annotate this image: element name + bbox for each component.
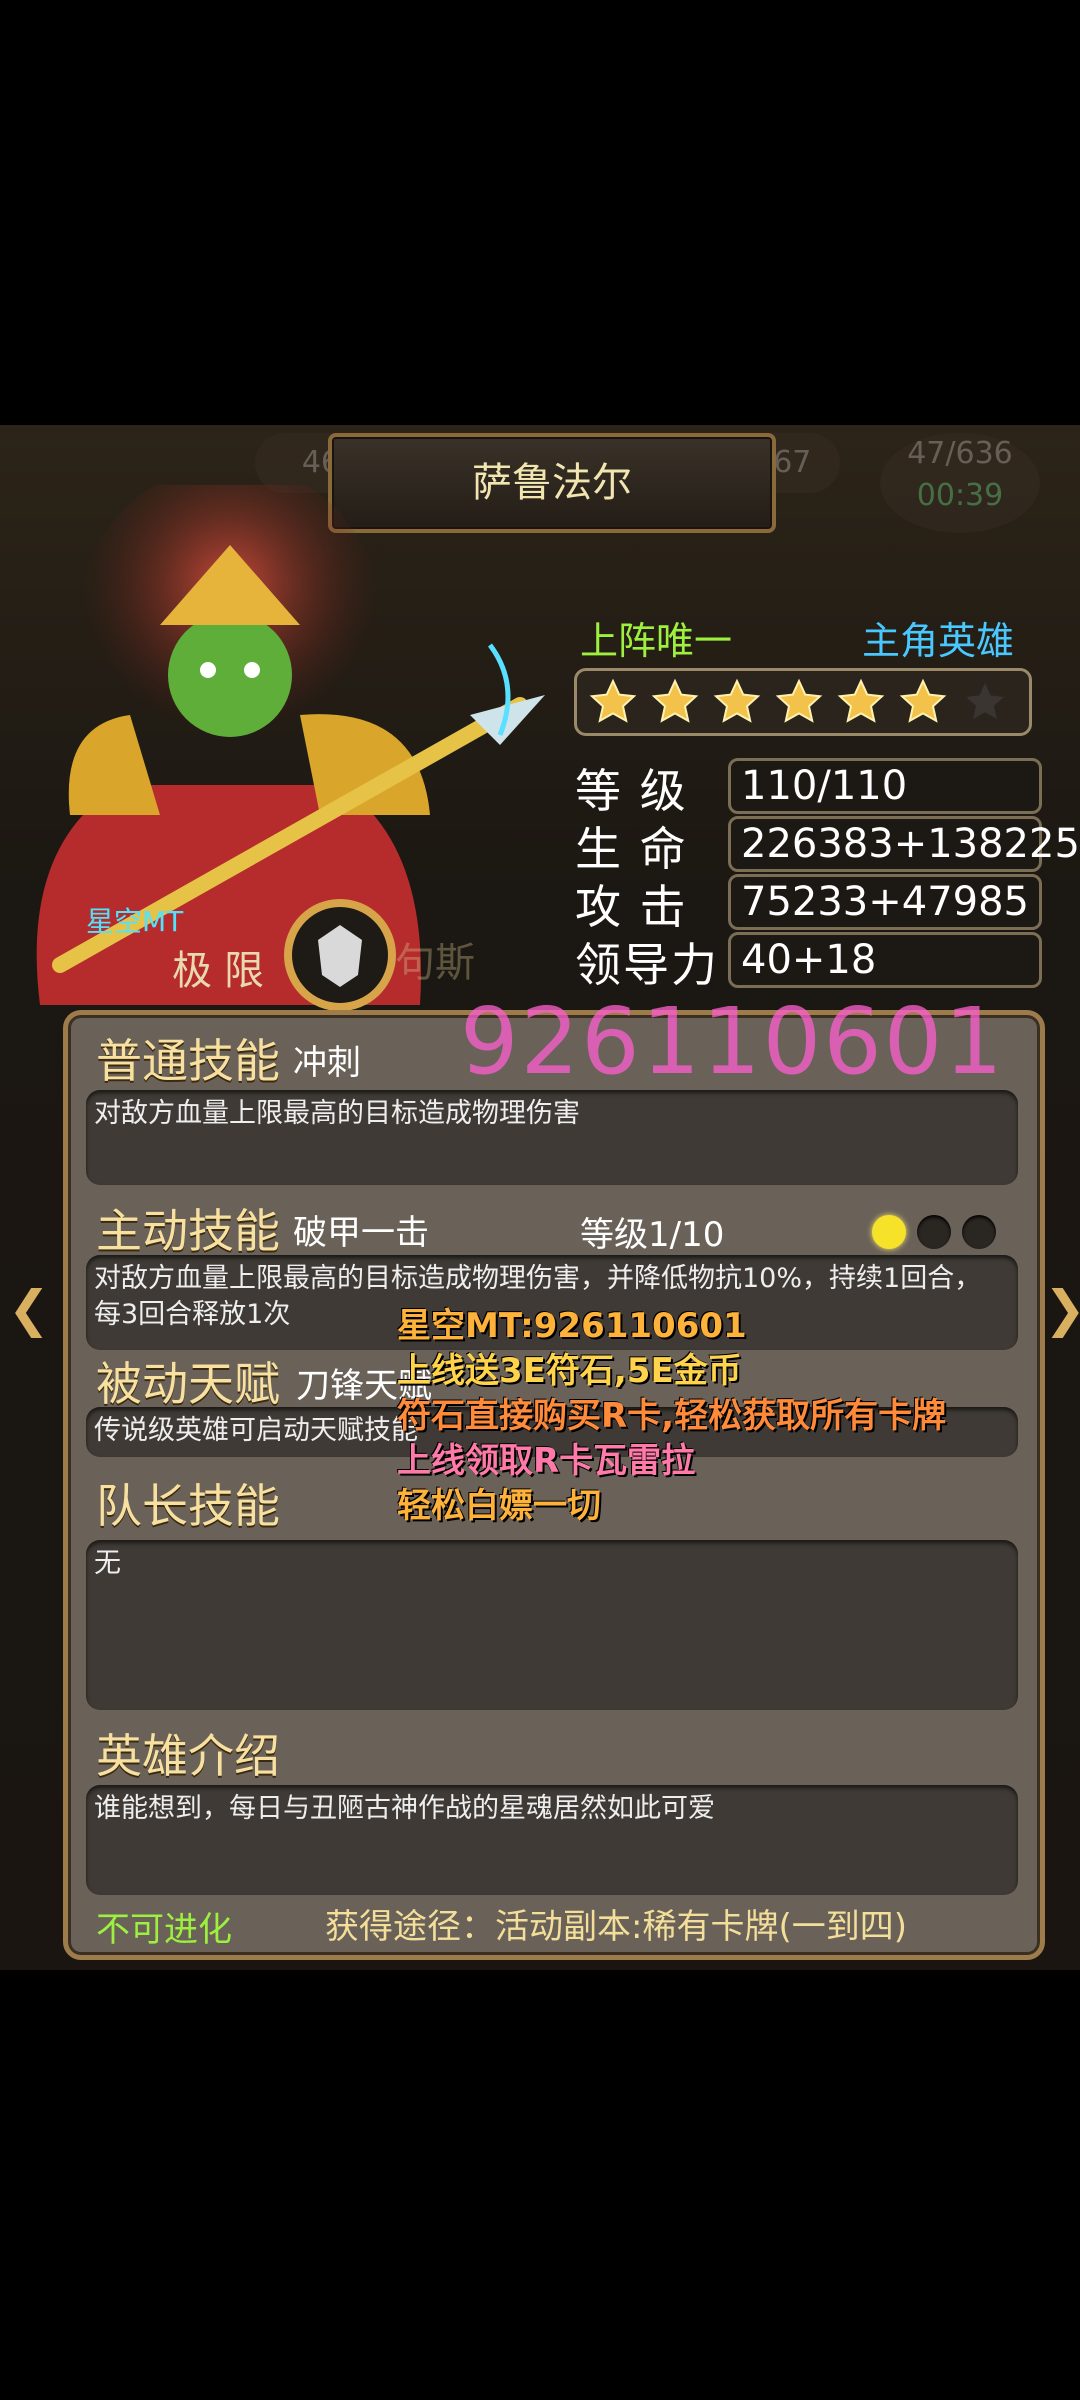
normal-skill-title: 普通技能 xyxy=(96,1034,280,1088)
next-hero-arrow[interactable]: ❯ xyxy=(1044,1280,1080,1338)
hero-rank-badge: 极限 xyxy=(172,948,276,994)
stat-label-leadership: 领导力 xyxy=(575,938,719,992)
active-skill-name: 破甲一击 xyxy=(293,1213,429,1253)
hero-face xyxy=(168,613,292,737)
watermark-number: 926110601 xyxy=(460,988,1005,1095)
stat-box-leadership: 40+18 xyxy=(728,932,1042,988)
star-filled-icon xyxy=(775,678,823,723)
stat-box-level: 110/110 xyxy=(728,758,1042,814)
star-filled-icon xyxy=(651,678,699,723)
level-dot-empty xyxy=(962,1215,996,1249)
leader-skill-title: 队长技能 xyxy=(96,1479,280,1533)
active-skill-level: 等级1/10 xyxy=(580,1215,725,1255)
hero-intro-desc-box: 谁能想到，每日与丑陋古神作战的星魂居然如此可爱 xyxy=(86,1785,1018,1895)
stat-label-hp: 生 命 xyxy=(575,822,688,876)
normal-skill-name: 冲刺 xyxy=(293,1043,361,1083)
active-skill-title: 主动技能 xyxy=(96,1204,280,1258)
normal-skill-desc: 对敌方血量上限最高的目标造成物理伤害 xyxy=(94,1098,580,1129)
star-filled-icon xyxy=(837,678,885,723)
passive-skill-title: 被动天赋 xyxy=(96,1357,280,1411)
tag-unique: 上阵唯一 xyxy=(580,619,733,663)
level-dot-empty xyxy=(917,1215,951,1249)
stat-box-hp: 226383+138225 xyxy=(728,816,1080,872)
stat-value-attack: 75233+47985 xyxy=(741,879,1030,925)
star-filled-icon xyxy=(589,678,637,723)
hero-intro-title: 英雄介绍 xyxy=(96,1729,280,1783)
obtain-route: 获得途径：活动副本:稀有卡牌(一到四) xyxy=(325,1907,907,1947)
stat-value-leadership: 40+18 xyxy=(741,937,877,983)
hud-right-value: 47/636 xyxy=(907,436,1013,471)
stat-box-attack: 75233+47985 xyxy=(728,874,1042,930)
normal-skill-desc-box: 对敌方血量上限最高的目标造成物理伤害 xyxy=(86,1090,1018,1185)
prev-hero-arrow[interactable]: ❮ xyxy=(8,1280,50,1338)
promo-line-4: 上线领取R卡瓦雷拉 xyxy=(397,1441,696,1481)
promo-line-1: 星空MT:926110601 xyxy=(397,1306,747,1346)
promo-line-5: 轻松白嫖一切 xyxy=(397,1486,601,1526)
hero-intro-desc: 谁能想到，每日与丑陋古神作战的星魂居然如此可爱 xyxy=(94,1793,715,1824)
hud-right-timer: 00:39 xyxy=(916,478,1004,513)
leader-skill-desc: 无 xyxy=(94,1548,121,1579)
hud-right-badge: 47/636 00:39 xyxy=(880,433,1040,533)
evolve-status: 不可进化 xyxy=(96,1910,232,1950)
promo-line-2: 上线送3E符石,5E金币 xyxy=(397,1351,742,1391)
stat-value-hp: 226383+138225 xyxy=(741,821,1080,867)
hero-behind-text: 句斯 xyxy=(395,940,475,986)
hero-portrait xyxy=(36,485,545,1011)
level-dot-filled xyxy=(872,1215,906,1249)
tag-main-hero: 主角英雄 xyxy=(862,619,1015,663)
promo-line-3: 符石直接购买R卡,轻松获取所有卡牌 xyxy=(397,1396,947,1436)
stat-value-level: 110/110 xyxy=(741,763,908,809)
stat-label-attack: 攻 击 xyxy=(575,880,688,934)
star-empty-icon xyxy=(961,678,1009,723)
hero-small-tag: 星空MT xyxy=(86,905,184,938)
stat-label-level: 等 级 xyxy=(575,764,688,818)
leader-skill-desc-box: 无 xyxy=(86,1540,1018,1710)
star-rating xyxy=(574,668,1032,736)
hero-detail-screen: 4642 4777/6067 47/636 00:39 萨鲁法尔 星空MT 极限… xyxy=(0,425,1080,1970)
star-filled-icon xyxy=(899,678,947,723)
star-filled-icon xyxy=(713,678,761,723)
